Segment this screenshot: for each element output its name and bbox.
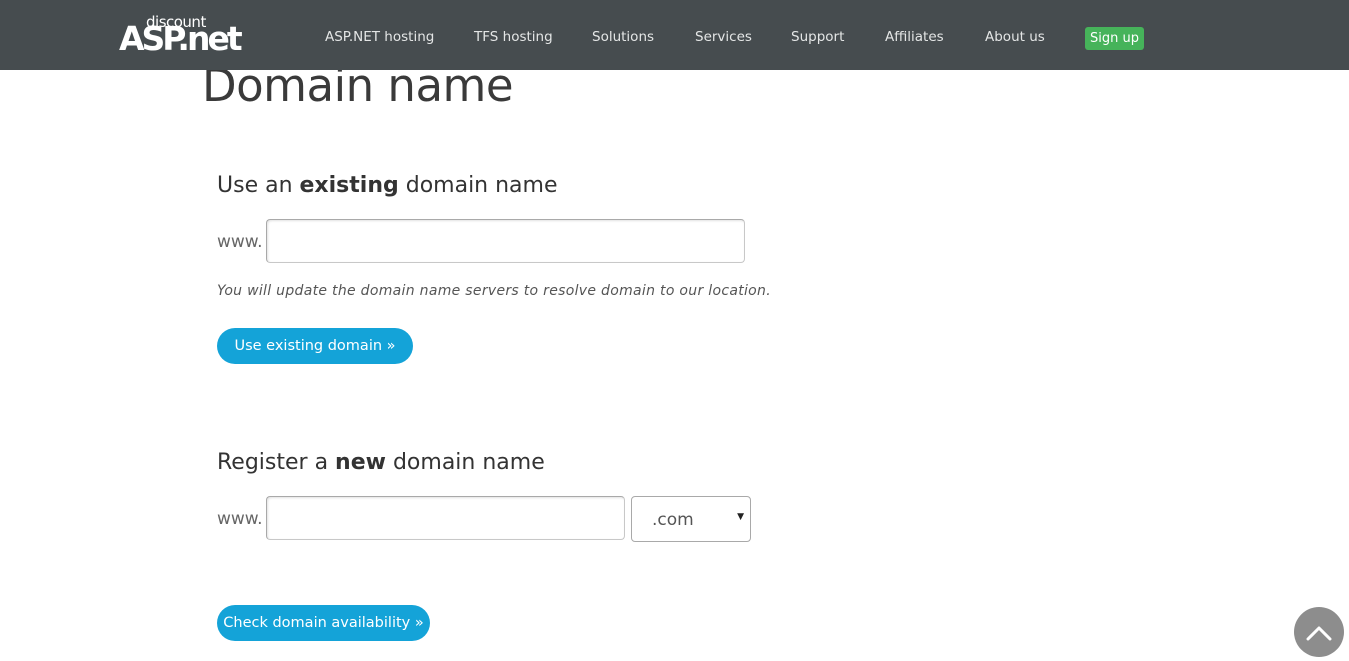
nav-item-about-us[interactable]: About us [985, 29, 1045, 45]
tld-select[interactable]: .com ▼ [631, 496, 751, 542]
register-heading-pre: Register a [217, 450, 336, 475]
existing-heading-bold: existing [299, 173, 399, 198]
existing-heading-pre: Use an [217, 173, 300, 198]
register-heading-bold: new [335, 450, 386, 475]
existing-www-prefix: www. [217, 232, 263, 252]
use-existing-domain-button[interactable]: Use existing domain » [217, 328, 413, 364]
existing-domain-hint: You will update the domain name servers … [217, 283, 771, 299]
nav-item-services[interactable]: Services [695, 29, 752, 45]
tld-selected-value: .com [652, 510, 694, 530]
scroll-to-top-button[interactable] [1294, 607, 1344, 657]
chevron-up-icon [1306, 626, 1332, 641]
site-logo[interactable]: discount ASP.net [119, 13, 243, 58]
logo-aspnet-text: ASP.net [119, 19, 243, 58]
top-navigation-bar: discount ASP.net ASP.NET hosting TFS hos… [0, 0, 1349, 70]
register-heading-post: domain name [385, 450, 545, 475]
existing-domain-heading: Use an existing domain name [217, 173, 558, 198]
register-domain-heading: Register a new domain name [217, 450, 545, 475]
caret-down-icon: ▼ [737, 512, 744, 522]
nav-item-affiliates[interactable]: Affiliates [885, 29, 944, 45]
existing-domain-input[interactable] [266, 219, 745, 263]
nav-item-solutions[interactable]: Solutions [592, 29, 654, 45]
register-www-prefix: www. [217, 509, 263, 529]
nav-item-aspnet-hosting[interactable]: ASP.NET hosting [325, 29, 434, 45]
nav-item-tfs-hosting[interactable]: TFS hosting [474, 29, 553, 45]
existing-heading-post: domain name [398, 173, 558, 198]
check-domain-availability-button[interactable]: Check domain availability » [217, 605, 430, 641]
signup-button[interactable]: Sign up [1085, 27, 1144, 50]
register-domain-input[interactable] [266, 496, 625, 540]
nav-item-support[interactable]: Support [791, 29, 844, 45]
